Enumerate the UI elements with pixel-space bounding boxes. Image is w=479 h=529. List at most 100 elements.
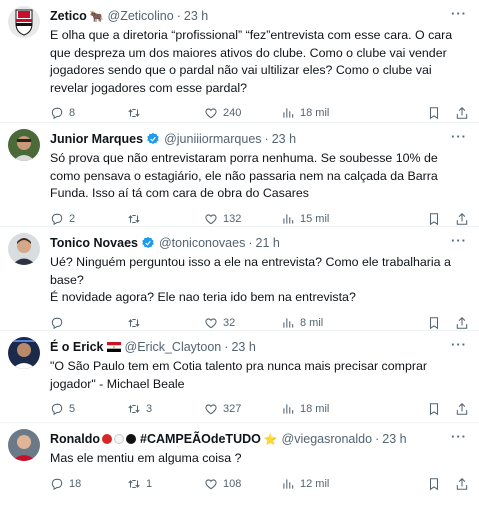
views-count: 18 mil [300, 403, 330, 415]
heart-icon [205, 108, 217, 119]
timestamp[interactable]: 21 h [256, 236, 280, 250]
bookmark-button[interactable] [427, 402, 441, 416]
views-count: 18 mil [300, 107, 330, 119]
like-button[interactable]: 108 [204, 477, 281, 491]
tweet-text: Ué? Ninguém perguntou isso a ele na entr… [50, 255, 451, 304]
timestamp[interactable]: 23 h [272, 132, 296, 146]
reply-count: 5 [69, 403, 76, 415]
reply-count: 2 [69, 212, 76, 225]
tweet-text: Só prova que não entrevistaram porra nen… [50, 151, 438, 200]
bookmark-icon [429, 477, 439, 490]
bookmark-button[interactable] [427, 212, 441, 226]
bookmark-button[interactable] [427, 106, 441, 120]
retweet-button[interactable] [127, 212, 204, 226]
reply-button[interactable] [50, 316, 127, 330]
views-button[interactable]: 15 mil [281, 212, 401, 226]
more-options-icon[interactable]: ··· [451, 429, 467, 444]
bookmark-button[interactable] [427, 316, 441, 330]
display-name-hashtag[interactable]: #CAMPEÃOdeTUDO [140, 432, 261, 446]
like-count: 327 [223, 403, 242, 415]
retweet-icon [128, 318, 140, 327]
tweet-header: Zetico 🐂 @Zeticolino · 23 h [50, 6, 469, 26]
more-options-icon[interactable]: ··· [451, 129, 467, 144]
views-button[interactable]: 18 mil [281, 106, 401, 120]
views-count: 8 mil [300, 316, 324, 329]
share-icon [456, 107, 468, 119]
views-chart-icon [283, 108, 294, 118]
egypt-flag-icon [106, 342, 121, 352]
reply-button[interactable]: 8 [50, 106, 127, 120]
like-button[interactable]: 240 [204, 106, 281, 120]
avatar[interactable] [8, 129, 40, 161]
share-icon [456, 477, 468, 490]
tweet[interactable]: Tonico Novaes @toniconovaes · 21 h ··· U… [0, 227, 479, 331]
separator-dot: · [176, 9, 181, 23]
retweet-count: 1 [146, 477, 153, 490]
bookmark-icon [429, 316, 439, 329]
retweet-button[interactable] [127, 316, 204, 330]
reply-icon [51, 107, 63, 120]
bull-emoji: 🐂 [89, 10, 104, 23]
display-name[interactable]: É o Erick [50, 340, 104, 354]
more-options-icon[interactable]: ··· [451, 233, 467, 248]
tweet[interactable]: Ronaldo #CAMPEÃOdeTUDO ⭐ @viegasronaldo … [0, 423, 479, 529]
bookmark-icon [429, 403, 439, 416]
share-button[interactable] [455, 402, 469, 416]
like-button[interactable]: 32 [204, 316, 281, 330]
retweet-icon [128, 214, 140, 223]
share-button[interactable] [455, 316, 469, 330]
tweet[interactable]: Junior Marques @juniiiormarques · 23 h ·… [0, 123, 479, 227]
like-count: 108 [223, 477, 242, 490]
like-button[interactable]: 132 [204, 212, 281, 226]
avatar[interactable] [8, 429, 40, 461]
display-name[interactable]: Ronaldo [50, 432, 100, 446]
handle[interactable]: @viegasronaldo [282, 432, 373, 446]
bookmark-button[interactable] [427, 477, 441, 491]
handle[interactable]: @juniiiormarques [164, 132, 261, 146]
views-button[interactable]: 18 mil [281, 402, 401, 416]
reply-button[interactable]: 18 [50, 477, 127, 491]
display-name[interactable]: Tonico Novaes [50, 236, 138, 250]
handle[interactable]: @Erick_Claytoon [125, 340, 222, 354]
retweet-button[interactable] [127, 106, 204, 120]
tweet[interactable]: Zetico 🐂 @Zeticolino · 23 h ··· E olha q… [0, 0, 479, 123]
views-button[interactable]: 8 mil [281, 316, 401, 330]
like-button[interactable]: 327 [204, 402, 281, 416]
separator-dot: · [264, 132, 269, 146]
display-name[interactable]: Zetico [50, 9, 87, 23]
bookmark-icon [429, 107, 439, 120]
timestamp[interactable]: 23 h [184, 9, 208, 23]
reply-button[interactable]: 5 [50, 402, 127, 416]
tweet-text: E olha que a diretoria “profissional” “f… [50, 28, 453, 95]
avatar[interactable] [8, 337, 40, 369]
handle[interactable]: @toniconovaes [159, 236, 245, 250]
timestamp[interactable]: 23 h [231, 340, 255, 354]
reply-icon [51, 213, 63, 225]
black-circle-emoji [126, 434, 136, 444]
like-count: 132 [223, 212, 242, 225]
reply-button[interactable]: 2 [50, 212, 127, 226]
avatar[interactable] [8, 6, 40, 38]
share-button[interactable] [455, 212, 469, 226]
views-chart-icon [283, 213, 294, 224]
views-button[interactable]: 12 mil [281, 477, 401, 491]
reply-icon [51, 478, 63, 490]
tweet[interactable]: É o Erick @Erick_Claytoon · 23 h ··· "O … [0, 331, 479, 423]
more-options-icon[interactable]: ··· [451, 337, 467, 352]
avatar[interactable] [8, 233, 40, 265]
like-count: 240 [223, 107, 242, 119]
more-options-icon[interactable]: ··· [451, 6, 467, 21]
heart-icon [205, 317, 217, 328]
handle[interactable]: @Zeticolino [108, 9, 174, 23]
separator-dot: · [375, 432, 380, 446]
share-button[interactable] [455, 106, 469, 120]
tweet-header: Ronaldo #CAMPEÃOdeTUDO ⭐ @viegasronaldo … [50, 429, 469, 449]
separator-dot: · [248, 236, 253, 250]
retweet-button[interactable]: 1 [127, 477, 204, 491]
retweet-button[interactable]: 3 [127, 402, 204, 416]
red-circle-emoji [102, 434, 112, 444]
display-name[interactable]: Junior Marques [50, 132, 143, 146]
share-button[interactable] [455, 477, 469, 491]
timestamp[interactable]: 23 h [382, 432, 406, 446]
white-circle-emoji [114, 434, 124, 444]
